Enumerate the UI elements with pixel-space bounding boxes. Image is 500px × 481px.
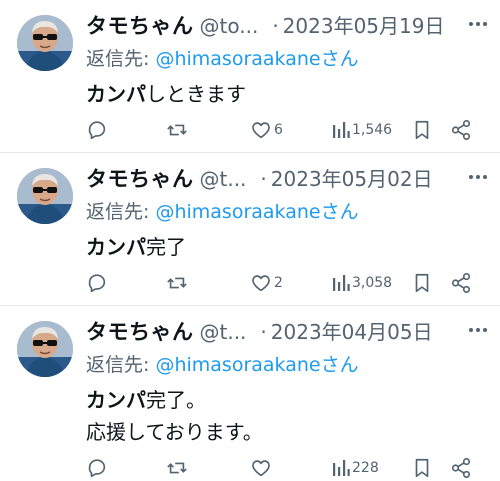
user-handle[interactable]: @to... xyxy=(200,14,259,38)
reply-mention-link[interactable]: @himasoraakane xyxy=(155,201,320,223)
tweet-header: タモちゃん @t... · 2023年05月02日 xyxy=(86,163,490,191)
share-button[interactable] xyxy=(450,270,472,296)
user-handle[interactable]: @t... xyxy=(200,320,247,344)
reply-button[interactable] xyxy=(86,455,108,481)
reply-context: 返信先: @himasoraakaneさん xyxy=(86,44,359,71)
separator-dot: · xyxy=(260,320,267,344)
tweet-text-rest: 完了。 xyxy=(146,388,206,412)
reply-button[interactable] xyxy=(86,117,108,143)
reply-suffix: さん xyxy=(320,354,359,376)
views-button[interactable]: 1,546 xyxy=(332,117,392,143)
views-icon xyxy=(332,457,350,479)
reply-icon xyxy=(86,272,108,294)
view-count: 228 xyxy=(352,460,379,476)
reply-suffix: さん xyxy=(320,201,359,223)
tweet-header: タモちゃん @to... · 2023年05月19日 xyxy=(86,10,490,38)
views-icon xyxy=(332,272,350,294)
retweet-icon xyxy=(166,272,188,294)
display-name[interactable]: タモちゃん xyxy=(86,320,194,344)
view-count: 3,058 xyxy=(352,275,393,291)
like-button[interactable]: 2 xyxy=(250,270,283,296)
bookmark-icon xyxy=(411,119,433,141)
share-button[interactable] xyxy=(450,455,472,481)
like-button[interactable]: 6 xyxy=(250,117,283,143)
tweet-text: カンパしときます xyxy=(86,78,246,110)
tweet-text-bold: カンパ xyxy=(86,82,146,106)
tweet-text-bold: カンパ xyxy=(86,388,146,412)
display-name[interactable]: タモちゃん xyxy=(86,167,194,191)
like-count: 2 xyxy=(274,275,283,291)
reply-prefix: 返信先: xyxy=(86,201,156,223)
reply-prefix: 返信先: xyxy=(86,354,156,376)
action-bar: 6 1,546 xyxy=(86,117,486,143)
like-icon xyxy=(250,119,272,141)
reply-icon xyxy=(86,457,108,479)
reply-prefix: 返信先: xyxy=(86,48,156,70)
tweet-text-bold: カンパ xyxy=(86,235,146,259)
views-button[interactable]: 3,058 xyxy=(332,270,392,296)
views-button[interactable]: 228 xyxy=(332,455,379,481)
tweet-card[interactable]: タモちゃん @to... · 2023年05月19日 返信先: @himasoraak… xyxy=(0,0,500,153)
view-count: 1,546 xyxy=(352,122,393,138)
reply-context: 返信先: @himasoraakaneさん xyxy=(86,197,359,224)
retweet-button[interactable] xyxy=(166,455,188,481)
bookmark-icon xyxy=(411,272,433,294)
action-bar: 2 3,058 xyxy=(86,270,486,296)
tweet-text-rest: しときます xyxy=(146,82,246,106)
like-icon xyxy=(250,457,272,479)
reply-mention-link[interactable]: @himasoraakane xyxy=(155,354,320,376)
tweet-date[interactable]: 2023年04月05日 xyxy=(271,320,433,344)
tweet-card[interactable]: タモちゃん @t... · 2023年04月05日 返信先: @himasoraaka… xyxy=(0,306,500,478)
tweet-text-rest: 完了 xyxy=(146,235,186,259)
bookmark-button[interactable] xyxy=(411,455,433,481)
views-icon xyxy=(332,119,350,141)
tweet-text: カンパ完了。応援しております。 xyxy=(86,384,263,448)
more-icon[interactable] xyxy=(466,318,490,342)
share-icon xyxy=(450,272,472,294)
reply-icon xyxy=(86,119,108,141)
separator-dot: · xyxy=(272,14,279,38)
like-button[interactable] xyxy=(250,455,274,481)
reply-mention-link[interactable]: @himasoraakane xyxy=(155,48,320,70)
tweet-text: カンパ完了 xyxy=(86,231,186,263)
share-button[interactable] xyxy=(450,117,472,143)
display-name[interactable]: タモちゃん xyxy=(86,14,194,38)
avatar[interactable] xyxy=(17,168,73,224)
share-icon xyxy=(450,457,472,479)
more-icon[interactable] xyxy=(466,165,490,189)
tweet-text-line2: 応援しております。 xyxy=(86,420,263,444)
retweet-icon xyxy=(166,457,188,479)
retweet-icon xyxy=(166,119,188,141)
reply-context: 返信先: @himasoraakaneさん xyxy=(86,350,359,377)
like-icon xyxy=(250,272,272,294)
bookmark-icon xyxy=(411,457,433,479)
action-bar: 228 xyxy=(86,455,486,481)
separator-dot: · xyxy=(260,167,267,191)
bookmark-button[interactable] xyxy=(411,117,433,143)
retweet-button[interactable] xyxy=(166,117,188,143)
avatar[interactable] xyxy=(17,15,73,71)
tweet-header: タモちゃん @t... · 2023年04月05日 xyxy=(86,316,490,344)
share-icon xyxy=(450,119,472,141)
tweet-date[interactable]: 2023年05月02日 xyxy=(271,167,433,191)
tweet-card[interactable]: タモちゃん @t... · 2023年05月02日 返信先: @himasoraaka… xyxy=(0,153,500,306)
reply-suffix: さん xyxy=(320,48,359,70)
user-handle[interactable]: @t... xyxy=(200,167,247,191)
retweet-button[interactable] xyxy=(166,270,188,296)
like-count: 6 xyxy=(274,122,283,138)
tweet-feed: タモちゃん @to... · 2023年05月19日 返信先: @himasoraak… xyxy=(0,0,500,480)
bookmark-button[interactable] xyxy=(411,270,433,296)
avatar[interactable] xyxy=(17,321,73,377)
reply-button[interactable] xyxy=(86,270,108,296)
more-icon[interactable] xyxy=(466,12,490,36)
tweet-date[interactable]: 2023年05月19日 xyxy=(283,14,445,38)
